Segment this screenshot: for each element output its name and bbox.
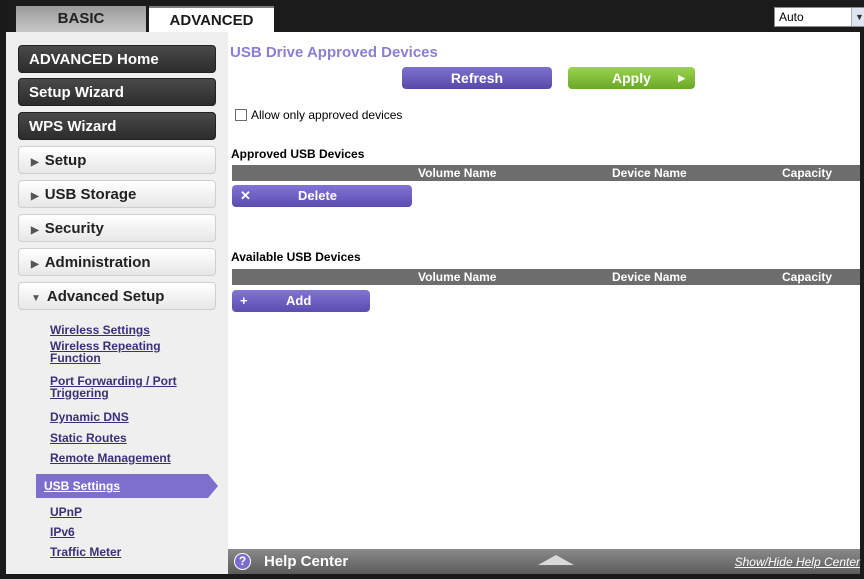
show-hide-help-link[interactable]: Show/Hide Help Center — [735, 555, 860, 569]
sidebar-item-advanced-setup[interactable]: ▼ Advanced Setup — [18, 282, 216, 310]
sidebar-item-setup-wizard[interactable]: Setup Wizard — [18, 78, 216, 106]
column-volume-name: Volume Name — [418, 166, 497, 180]
column-device-name: Device Name — [612, 270, 687, 284]
sidebar-item-label: Security — [44, 220, 104, 237]
sidebar-item-label: USB Storage — [44, 186, 137, 203]
sublink-static-routes[interactable]: Static Routes — [50, 432, 127, 444]
sidebar-item-label: Advanced Setup — [46, 288, 165, 305]
sidebar-item-advanced-home[interactable]: ADVANCED Home — [18, 45, 216, 73]
refresh-button[interactable]: Refresh — [402, 67, 552, 89]
sublink-ipv6[interactable]: IPv6 — [50, 526, 75, 538]
column-volume-name: Volume Name — [418, 270, 497, 284]
add-button-label: Add — [286, 293, 312, 308]
delete-button[interactable]: ✕ Delete — [232, 185, 412, 207]
plus-icon: + — [240, 293, 248, 308]
help-center-title: Help Center — [264, 553, 349, 570]
approved-table-header: Volume Name Device Name Capacity — [232, 165, 860, 181]
sidebar-item-administration[interactable]: ▶ Administration — [18, 248, 216, 276]
tab-advanced[interactable]: ADVANCED — [149, 6, 274, 32]
sublink-remote-management[interactable]: Remote Management — [50, 452, 171, 464]
expand-caret-icon[interactable] — [538, 555, 574, 565]
sidebar-item-label: Setup — [44, 152, 87, 169]
apply-button[interactable]: Apply ▶ — [568, 67, 695, 89]
sidebar-item-security[interactable]: ▶ Security — [18, 214, 216, 242]
sidebar-item-setup[interactable]: ▶ Setup — [18, 146, 216, 174]
sublink-usb-settings[interactable]: USB Settings — [36, 474, 218, 498]
apply-button-label: Apply — [612, 70, 651, 86]
allow-only-approved-label: Allow only approved devices — [251, 108, 403, 122]
help-icon[interactable]: ? — [234, 553, 251, 570]
sublink-dynamic-dns[interactable]: Dynamic DNS — [50, 411, 129, 423]
tab-basic[interactable]: BASIC — [16, 6, 146, 32]
allow-only-approved-row: Allow only approved devices — [235, 108, 402, 122]
allow-only-approved-checkbox[interactable] — [235, 109, 247, 121]
triangle-right-icon: ▶ — [31, 191, 39, 202]
sidebar-item-usb-storage[interactable]: ▶ USB Storage — [18, 180, 216, 208]
delete-button-label: Delete — [298, 188, 338, 203]
sublink-upnp[interactable]: UPnP — [50, 506, 82, 518]
sublink-wireless-settings[interactable]: Wireless Settings — [50, 324, 150, 336]
sublink-traffic-meter[interactable]: Traffic Meter — [50, 546, 121, 558]
page-title: USB Drive Approved Devices — [230, 44, 438, 61]
top-tab-bar: BASIC ADVANCED Auto ▼ — [6, 0, 864, 32]
language-select-value: Auto — [779, 10, 804, 24]
sublink-wireless-repeating[interactable]: Wireless Repeating Function — [50, 340, 161, 364]
sublink-line: Function — [50, 351, 101, 365]
add-button[interactable]: + Add — [232, 290, 370, 312]
triangle-right-icon: ▶ — [678, 73, 685, 83]
triangle-right-icon: ▶ — [31, 225, 39, 236]
sublink-port-forwarding[interactable]: Port Forwarding / Port Triggering — [50, 375, 177, 399]
main-content: USB Drive Approved Devices Refresh Apply… — [228, 32, 860, 548]
available-table-header: Volume Name Device Name Capacity — [232, 269, 860, 285]
triangle-down-icon: ▼ — [31, 293, 41, 304]
sidebar-item-label: Administration — [44, 254, 151, 271]
approved-devices-heading: Approved USB Devices — [231, 147, 365, 161]
column-capacity: Capacity — [782, 166, 833, 180]
available-devices-heading: Available USB Devices — [231, 250, 361, 264]
chevron-down-icon[interactable]: ▼ — [851, 8, 864, 26]
sidebar-item-wps-wizard[interactable]: WPS Wizard — [18, 112, 216, 140]
sublink-line: Triggering — [50, 386, 109, 400]
sidebar: ADVANCED Home Setup Wizard WPS Wizard ▶ S… — [6, 32, 228, 574]
language-select[interactable]: Auto ▼ — [774, 7, 864, 27]
triangle-right-icon: ▶ — [31, 157, 39, 168]
close-icon: ✕ — [240, 188, 251, 203]
triangle-right-icon: ▶ — [31, 259, 39, 270]
column-device-name: Device Name — [612, 166, 687, 180]
column-capacity: Capacity — [782, 270, 833, 284]
help-center-bar: ? Help Center Show/Hide Help Center — [228, 549, 860, 574]
